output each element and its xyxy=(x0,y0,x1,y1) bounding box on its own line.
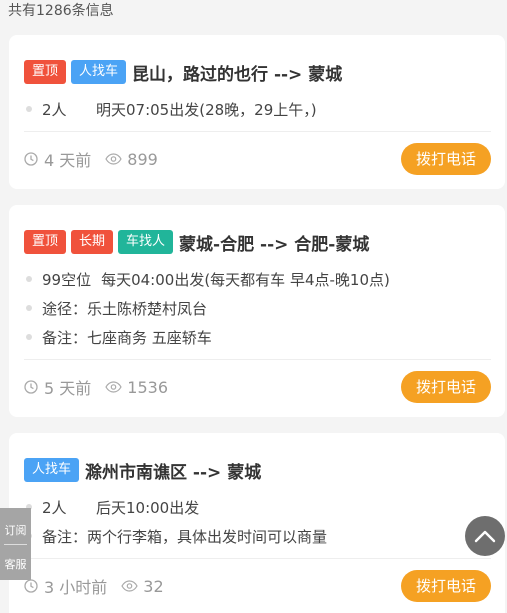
listing-footer: 3 小时前 32 拨打电话 xyxy=(24,570,491,602)
call-button[interactable]: 拨打电话 xyxy=(400,570,491,602)
route-title[interactable]: 蒙城-合肥 --> 合肥-蒙城 xyxy=(179,230,369,255)
eye-icon xyxy=(121,580,138,592)
tag-car-seeks-person: 车找人 xyxy=(118,230,174,254)
bullet xyxy=(26,276,32,282)
seats: 99空位 xyxy=(42,270,92,289)
divider xyxy=(24,558,491,559)
listing-title-row: 置顶 长期 车找人 蒙城-合肥 --> 合肥-蒙城 xyxy=(24,229,369,255)
note-line: 备注：七座商务 五座轿车 xyxy=(26,326,212,348)
view-count: 1536 xyxy=(127,377,168,397)
eye-icon xyxy=(105,381,122,393)
bullet xyxy=(26,334,32,340)
route-title[interactable]: 滁州市南谯区 --> 蒙城 xyxy=(85,458,261,483)
departure-line: 2人 明天07:05出发(28晚，29上午，) xyxy=(26,98,317,120)
view-count: 899 xyxy=(127,149,158,169)
via-route: 途径：乐土陈桥楚村凤台 xyxy=(42,299,208,318)
seats: 2人 xyxy=(42,498,67,517)
customer-service-button[interactable]: 客服 xyxy=(0,556,31,572)
listing-card[interactable]: 置顶 人找车 昆山，路过的也行 --> 蒙城 2人 明天07:05出发(28晚，… xyxy=(9,35,505,189)
clock-icon xyxy=(24,152,38,166)
listing-title-row: 人找车 滁州市南谯区 --> 蒙城 xyxy=(24,457,261,483)
listing-card[interactable]: 人找车 滁州市南谯区 --> 蒙城 2人 后天10:00出发 备注：两个行李箱，… xyxy=(9,433,505,613)
listing-title-row: 置顶 人找车 昆山，路过的也行 --> 蒙城 xyxy=(24,59,342,85)
via-line: 途径：乐土陈桥楚村凤台 xyxy=(26,297,207,319)
tag-person-seeks-car: 人找车 xyxy=(24,458,80,482)
chevron-up-icon xyxy=(474,530,496,543)
listing-card[interactable]: 置顶 长期 车找人 蒙城-合肥 --> 合肥-蒙城 99空位 每天04:00出发… xyxy=(9,205,505,417)
view-count: 32 xyxy=(143,576,164,596)
divider xyxy=(24,131,491,132)
note: 备注：两个行李箱，具体出发时间可以商量 xyxy=(42,527,328,546)
note: 备注：七座商务 五座轿车 xyxy=(42,328,212,347)
call-button[interactable]: 拨打电话 xyxy=(400,143,491,175)
clock-icon xyxy=(24,579,38,593)
divider xyxy=(24,359,491,360)
tag-person-seeks-car: 人找车 xyxy=(71,60,127,84)
side-divider xyxy=(4,544,27,545)
departure-line: 99空位 每天04:00出发(每天都有车 早4点-晚10点) xyxy=(26,268,390,290)
note-line: 备注：两个行李箱，具体出发时间可以商量 xyxy=(26,525,327,547)
bullet xyxy=(26,106,32,112)
posted-age: 4 天前 xyxy=(44,151,92,170)
eye-icon xyxy=(105,153,122,165)
listing-footer: 4 天前 899 拨打电话 xyxy=(24,143,491,175)
seats: 2人 xyxy=(42,100,67,119)
call-button[interactable]: 拨打电话 xyxy=(400,371,491,403)
side-float-panel: 订阅 客服 xyxy=(0,508,31,580)
tag-long-term: 长期 xyxy=(71,230,114,254)
subscribe-button[interactable]: 订阅 xyxy=(0,522,31,538)
posted-age: 3 小时前 xyxy=(44,578,108,597)
departure-time: 明天07:05出发(28晚，29上午，) xyxy=(96,100,317,119)
departure-time: 后天10:00出发 xyxy=(96,498,200,517)
tag-pinned: 置顶 xyxy=(24,230,67,254)
posted-age: 5 天前 xyxy=(44,379,92,398)
back-to-top-button[interactable] xyxy=(465,516,505,556)
departure-time: 每天04:00出发(每天都有车 早4点-晚10点) xyxy=(101,270,390,289)
departure-line: 2人 后天10:00出发 xyxy=(26,496,199,518)
total-count: 共有1286条信息 xyxy=(8,3,114,19)
route-title[interactable]: 昆山，路过的也行 --> 蒙城 xyxy=(132,60,342,85)
listing-footer: 5 天前 1536 拨打电话 xyxy=(24,371,491,403)
clock-icon xyxy=(24,380,38,394)
bullet xyxy=(26,305,32,311)
tag-pinned: 置顶 xyxy=(24,60,67,84)
